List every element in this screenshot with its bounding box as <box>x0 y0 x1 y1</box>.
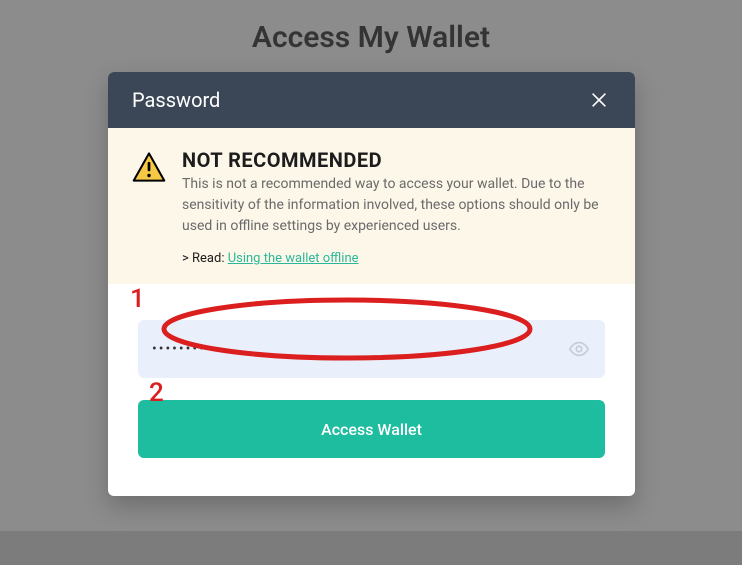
toggle-visibility-icon[interactable] <box>567 337 591 361</box>
password-input[interactable] <box>152 341 567 357</box>
modal-title: Password <box>132 88 220 112</box>
warning-read-prefix: > Read: <box>182 251 228 266</box>
warning-triangle-icon <box>132 150 166 188</box>
modal-header: Password <box>108 72 635 128</box>
password-modal: Password NOT RECOMMENDED This is not a r… <box>108 72 635 496</box>
using-wallet-offline-link[interactable]: Using the wallet offline <box>228 251 359 266</box>
warning-read-line: > Read: Using the wallet offline <box>182 251 611 266</box>
modal-body: Access Wallet <box>108 284 635 496</box>
password-input-wrap <box>138 320 605 378</box>
close-icon[interactable] <box>587 88 611 112</box>
warning-box: NOT RECOMMENDED This is not a recommende… <box>108 128 635 284</box>
warning-heading: NOT RECOMMENDED <box>182 148 611 172</box>
warning-description: This is not a recommended way to access … <box>182 174 611 237</box>
warning-text: NOT RECOMMENDED This is not a recommende… <box>182 148 611 266</box>
access-wallet-button[interactable]: Access Wallet <box>138 400 605 458</box>
